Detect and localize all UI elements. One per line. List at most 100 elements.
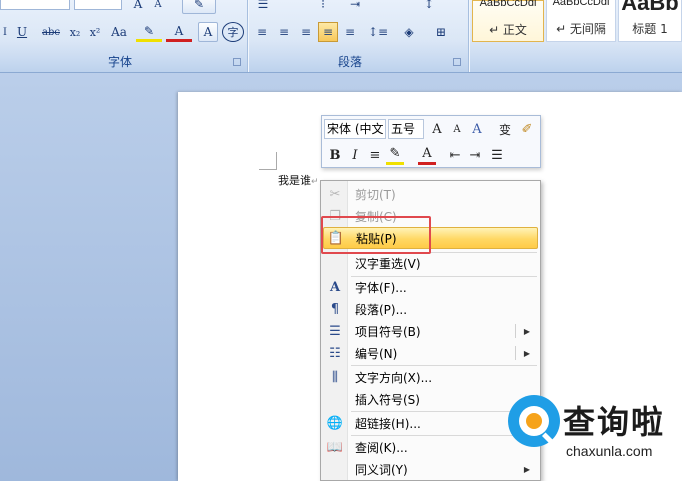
grow-font-icon[interactable]: A	[130, 0, 146, 14]
style-sample: AaBb	[621, 0, 679, 15]
submenu-arrow-icon: ▶	[523, 326, 530, 336]
menu-item-label: 汉字重选(V)	[355, 256, 421, 271]
center-align-icon[interactable]: ≡	[366, 145, 384, 165]
bold-button[interactable]: B	[326, 145, 344, 165]
watermark-title: 查询啦	[563, 403, 666, 441]
italic-icon[interactable]: I	[0, 22, 10, 42]
margin-corner-mark	[259, 152, 277, 170]
style-name: 标题 1	[632, 22, 668, 36]
document-text-content: 我是谁	[278, 174, 311, 187]
mini-toolbar: 宋体 (中文 五号 A A A 变 ✐ B I ≡ ✎ A ⇤ ⇥ ☰	[321, 115, 541, 168]
shrink-font-icon[interactable]: A	[448, 119, 466, 139]
highlight-icon[interactable]: ✎	[386, 145, 404, 165]
menu-item-label: 剪切(T)	[355, 187, 396, 202]
indent-icon[interactable]: ⇥	[344, 0, 366, 14]
multilevel-list-icon[interactable]: ⁝	[312, 0, 334, 14]
style-no-spacing[interactable]: AaBbCcDdl ↵ 无间隔	[546, 0, 616, 42]
underline-button[interactable]: U	[12, 22, 32, 42]
menu-item-numbering[interactable]: ☷ 编号(N) ▶	[323, 342, 538, 364]
menu-item-bullets[interactable]: ☰ 项目符号(B) ▶	[323, 320, 538, 342]
paragraph-group-label: 段落	[337, 55, 362, 69]
align-left-icon[interactable]: ≡	[252, 22, 272, 42]
change-case-button[interactable]: Aa	[106, 22, 132, 42]
menu-item-paragraph[interactable]: ¶ 段落(P)...	[323, 298, 538, 320]
style-name: ↵ 无间隔	[556, 22, 606, 36]
submenu-arrow-icon: ▶	[523, 348, 530, 358]
bullets-icon: ☰	[329, 323, 341, 339]
format-painter-icon[interactable]: ✐	[518, 119, 536, 139]
style-normal[interactable]: AaBbCcDdl ↵ 正文	[472, 0, 544, 42]
group-divider	[247, 0, 248, 72]
style-heading-1[interactable]: AaBb 标题 1	[618, 0, 682, 42]
lookup-icon: 📖	[326, 439, 344, 455]
highlight-icon[interactable]: ✎	[136, 22, 162, 42]
highlight-annotation-box	[321, 216, 431, 254]
text-direction-icon: ⫼	[332, 369, 338, 385]
styles-icon[interactable]: A	[468, 119, 486, 139]
strikethrough-button[interactable]: abc	[36, 22, 66, 42]
menu-item-label: 项目符号(B)	[355, 324, 421, 339]
mini-font-name[interactable]: 宋体 (中文	[324, 119, 386, 139]
font-icon: A	[329, 279, 341, 295]
paragraph-icon: ¶	[330, 301, 340, 317]
menu-item-font[interactable]: A 字体(F)...	[323, 276, 538, 298]
scissors-icon: ✂	[329, 186, 341, 202]
decrease-indent-icon[interactable]: ⇤	[446, 145, 464, 165]
bullets-ribbon-icon[interactable]: ☰	[252, 0, 274, 14]
sort-icon[interactable]: ↕	[418, 0, 440, 14]
menu-item-lookup[interactable]: 📖 查阅(K)...	[323, 436, 538, 458]
bullets-icon[interactable]: ☰	[488, 145, 506, 165]
italic-button[interactable]: I	[346, 145, 364, 165]
enclose-char-icon[interactable]: 字	[222, 22, 244, 42]
line-spacing-icon[interactable]: ↕≡	[364, 22, 392, 42]
style-sample: AaBbCcDdl	[479, 0, 537, 9]
font-color-icon[interactable]: A	[166, 22, 192, 42]
subscript-button[interactable]: x₂	[66, 22, 84, 42]
menu-item-insert-symbol[interactable]: 插入符号(S)	[323, 388, 538, 410]
ribbon: A A ✎ I U abc x₂ x² Aa ✎ A A 字 字体 ☰ ⁝ ⇥ …	[0, 0, 682, 73]
grow-font-icon[interactable]: A	[428, 119, 446, 139]
menu-item-label: 超链接(H)...	[355, 416, 421, 431]
watermark-url: chaxunla.com	[566, 443, 653, 459]
menu-item-label: 编号(N)	[355, 346, 398, 361]
font-name-box[interactable]	[0, 0, 70, 10]
style-sample: AaBbCcDdl	[552, 0, 610, 8]
menu-item-hyperlink[interactable]: 🌐 超链接(H)...	[323, 412, 538, 434]
submenu-divider	[515, 346, 516, 360]
borders-icon[interactable]: ⊞	[426, 22, 456, 42]
group-divider	[468, 0, 469, 72]
menu-item-label: 查阅(K)...	[355, 440, 408, 455]
submenu-arrow-icon: ▶	[523, 464, 530, 474]
char-shading-icon[interactable]: A	[198, 22, 218, 42]
font-size-box[interactable]	[74, 0, 122, 10]
document-text[interactable]: 我是谁↵	[278, 172, 319, 188]
align-center-icon[interactable]: ≡	[274, 22, 294, 42]
menu-item-synonyms[interactable]: 同义词(Y) ▶	[323, 458, 538, 480]
mini-font-size[interactable]: 五号	[388, 119, 424, 139]
menu-item-label: 插入符号(S)	[355, 392, 420, 407]
watermark-logo-icon	[508, 395, 560, 447]
superscript-button[interactable]: x²	[86, 22, 104, 42]
shrink-font-icon[interactable]: A	[150, 0, 166, 14]
clear-format-icon[interactable]: ✎	[182, 0, 216, 14]
style-name: ↵ 正文	[489, 23, 527, 37]
font-dialog-launcher-icon[interactable]	[233, 58, 241, 66]
increase-indent-icon[interactable]: ⇥	[466, 145, 484, 165]
shading-icon[interactable]: ◈	[394, 22, 424, 42]
menu-item-label: 同义词(Y)	[355, 462, 408, 477]
menu-item-label: 段落(P)...	[355, 302, 408, 317]
phonetic-guide-icon[interactable]: 变	[496, 119, 514, 139]
distribute-icon[interactable]: ≡	[340, 22, 360, 42]
font-color-icon[interactable]: A	[418, 145, 436, 165]
justify-icon[interactable]: ≡	[318, 22, 338, 42]
paragraph-mark-icon: ↵	[311, 177, 319, 187]
submenu-divider	[515, 324, 516, 338]
menu-item-label: 文字方向(X)...	[355, 370, 433, 385]
menu-item-text-direction[interactable]: ⫼ 文字方向(X)...	[323, 366, 538, 388]
numbering-icon: ☷	[329, 345, 341, 361]
hyperlink-icon: 🌐	[326, 415, 344, 431]
menu-item-reconvert[interactable]: 汉字重选(V)	[323, 252, 538, 274]
paragraph-dialog-launcher-icon[interactable]	[453, 58, 461, 66]
menu-item-cut[interactable]: ✂ 剪切(T)	[323, 183, 538, 205]
align-right-icon[interactable]: ≡	[296, 22, 316, 42]
